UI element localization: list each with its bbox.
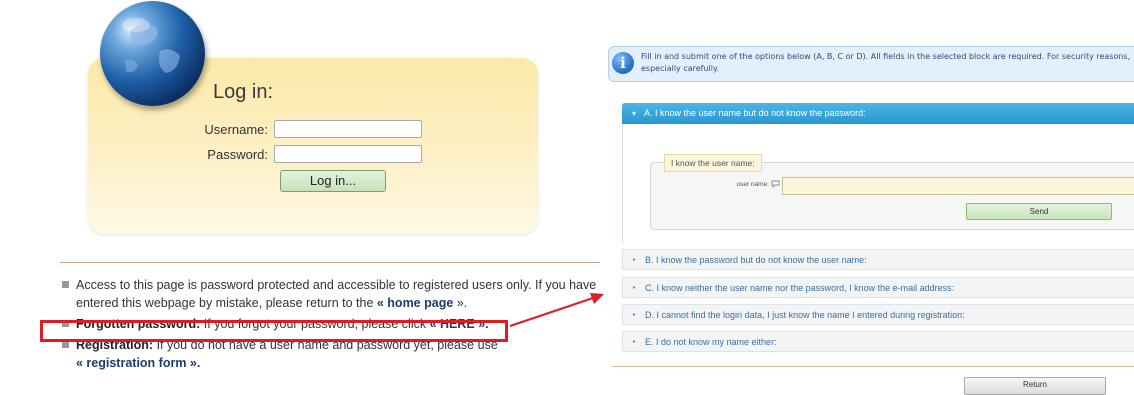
return-button[interactable]: Return bbox=[964, 377, 1106, 395]
caret-right-icon: ▸ bbox=[633, 339, 637, 345]
info-icon: i bbox=[612, 52, 634, 74]
caret-down-icon: ▾ bbox=[632, 109, 637, 118]
accordion-b-title: B. I know the password but do not know t… bbox=[645, 255, 867, 265]
info-notice: i Fill in and submit one of the options … bbox=[608, 46, 1134, 82]
send-button[interactable]: Send bbox=[966, 203, 1112, 220]
accordion-d-title: D. I cannot find the login data, I just … bbox=[645, 310, 965, 320]
user-name-input[interactable] bbox=[782, 177, 1134, 195]
notice-line-1: Fill in and submit one of the options be… bbox=[641, 52, 1133, 61]
accordion-c-title: C. I know neither the user name nor the … bbox=[645, 283, 955, 293]
accordion-header-b[interactable]: ▸ B. I know the password but do not know… bbox=[622, 249, 1134, 270]
accordion-header-a[interactable]: ▾ A. I know the user name but do not kno… bbox=[622, 103, 1134, 124]
caret-right-icon: ▸ bbox=[633, 257, 637, 263]
notice-line-2: especially carefully. bbox=[641, 64, 720, 73]
caret-right-icon: ▸ bbox=[633, 285, 637, 291]
accordion-header-d[interactable]: ▸ D. I cannot find the login data, I jus… bbox=[622, 304, 1134, 325]
speech-bubble-icon[interactable] bbox=[771, 180, 780, 191]
divider bbox=[612, 366, 1134, 367]
accordion-e-title: E. I do not know my name either: bbox=[645, 337, 777, 347]
caret-right-icon: ▸ bbox=[633, 312, 637, 318]
accordion-header-e[interactable]: ▸ E. I do not know my name either: bbox=[622, 331, 1134, 352]
user-name-label: user name: bbox=[736, 181, 769, 188]
accordion-a-title: A. I know the user name but do not know … bbox=[644, 108, 866, 118]
fieldset-legend: I know the user name: bbox=[664, 154, 762, 172]
accordion-header-c[interactable]: ▸ C. I know neither the user name nor th… bbox=[622, 277, 1134, 298]
